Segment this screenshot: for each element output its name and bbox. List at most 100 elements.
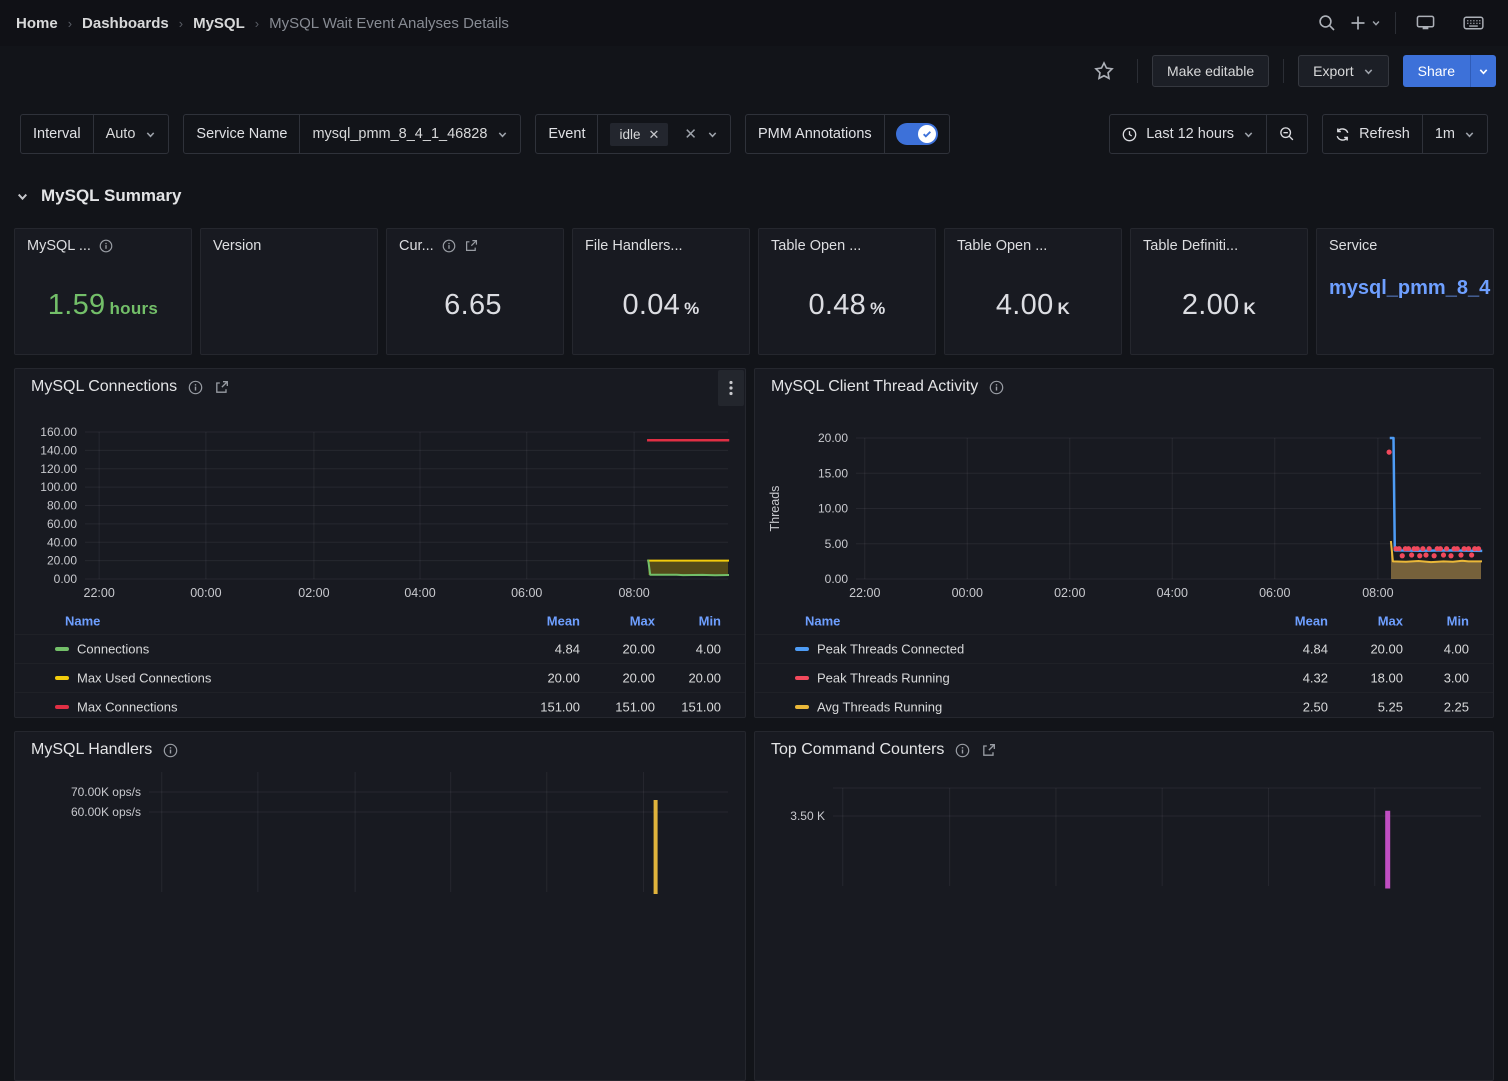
- series-min: 2.25: [1385, 700, 1469, 715]
- mysql-handlers-chart[interactable]: 70.00K ops/s60.00K ops/s: [15, 732, 746, 932]
- time-range-picker[interactable]: Last 12 hours: [1110, 115, 1266, 153]
- stat-panel: Cur... 6.65: [386, 228, 564, 355]
- export-button[interactable]: Export: [1298, 55, 1388, 87]
- share-menu-button[interactable]: [1470, 55, 1496, 87]
- legend-row: Max Used Connections20.0020.0020.00: [15, 663, 745, 692]
- service-name-select[interactable]: mysql_pmm_8_4_1_46828: [300, 115, 520, 153]
- info-icon[interactable]: [99, 239, 113, 253]
- legend-col-name[interactable]: Name: [805, 613, 840, 628]
- chevron-down-icon: [1363, 66, 1374, 77]
- breadcrumb-item[interactable]: Home: [16, 15, 58, 32]
- series-min: 151.00: [637, 700, 721, 715]
- series-color-swatch: [795, 705, 809, 709]
- series-name[interactable]: Peak Threads Running: [817, 671, 950, 686]
- refresh-interval-select[interactable]: 1m: [1422, 115, 1487, 153]
- legend-col-mean[interactable]: Mean: [496, 613, 580, 628]
- share-button[interactable]: Share: [1403, 55, 1470, 87]
- legend-col-min[interactable]: Min: [637, 613, 721, 628]
- top-command-counters-chart[interactable]: 3.50 K: [755, 732, 1494, 932]
- legend-col-mean[interactable]: Mean: [1244, 613, 1328, 628]
- series-color-swatch: [55, 705, 69, 709]
- star-icon[interactable]: [1085, 55, 1123, 87]
- series-name[interactable]: Max Used Connections: [77, 671, 211, 686]
- stat-value: 6.65: [387, 289, 563, 322]
- zoom-out-button[interactable]: [1266, 115, 1307, 153]
- keyboard-icon[interactable]: [1454, 7, 1492, 39]
- legend-col-min[interactable]: Min: [1385, 613, 1469, 628]
- legend-row: Peak Threads Running4.3218.003.00: [755, 663, 1493, 692]
- series-name[interactable]: Connections: [77, 642, 149, 657]
- interval-filter: Interval Auto: [20, 114, 169, 154]
- stat-value: 2.00K: [1131, 289, 1307, 322]
- event-filter: Event idle ✕ ✕: [535, 114, 731, 154]
- refresh-button[interactable]: Refresh: [1323, 115, 1422, 153]
- chevron-down-icon: [1243, 129, 1254, 140]
- breadcrumb: Home›Dashboards›MySQL›MySQL Wait Event A…: [16, 15, 509, 32]
- stat-panel: Service mysql_pmm_8_4: [1316, 228, 1494, 355]
- divider: [1137, 59, 1138, 83]
- stat-panel-title: Table Open ...: [957, 238, 1047, 254]
- stat-value: 4.00K: [945, 289, 1121, 322]
- make-editable-button[interactable]: Make editable: [1152, 55, 1269, 87]
- series-mean: 151.00: [496, 700, 580, 715]
- svg-text:22:00: 22:00: [849, 586, 880, 600]
- svg-text:08:00: 08:00: [618, 586, 649, 600]
- breadcrumb-item[interactable]: Dashboards: [82, 15, 169, 32]
- service-link[interactable]: mysql_pmm_8_4: [1329, 277, 1493, 300]
- chip-remove-icon[interactable]: ✕: [649, 128, 660, 141]
- chevron-down-icon: [145, 129, 156, 140]
- series-mean: 4.84: [496, 642, 580, 657]
- top-nav: Home›Dashboards›MySQL›MySQL Wait Event A…: [0, 0, 1508, 46]
- svg-text:10.00: 10.00: [818, 502, 848, 516]
- svg-text:3.50 K: 3.50 K: [790, 809, 825, 823]
- event-chip[interactable]: idle ✕: [610, 123, 668, 146]
- svg-text:15.00: 15.00: [818, 466, 848, 480]
- legend-col-name[interactable]: Name: [65, 613, 100, 628]
- svg-text:20.00: 20.00: [818, 431, 848, 445]
- series-name[interactable]: Max Connections: [77, 700, 177, 715]
- event-label: Event: [536, 115, 598, 153]
- svg-text:00:00: 00:00: [190, 586, 221, 600]
- series-name[interactable]: Peak Threads Connected: [817, 642, 964, 657]
- stat-value: 0.04%: [573, 289, 749, 322]
- series-name[interactable]: Avg Threads Running: [817, 700, 942, 715]
- svg-text:Threads: Threads: [768, 486, 782, 532]
- time-picker-group: Last 12 hours: [1109, 114, 1308, 154]
- event-select[interactable]: idle ✕ ✕: [598, 115, 730, 153]
- section-mysql-summary[interactable]: MySQL Summary: [16, 186, 181, 206]
- stat-panel-row: MySQL ... 1.59hours Version Cur...: [14, 228, 1494, 355]
- stat-value: 0.48%: [759, 289, 935, 322]
- clear-icon[interactable]: ✕: [684, 127, 697, 142]
- panel-mysql-connections: MySQL Connections 22:0000:0002:0004:0006…: [14, 368, 746, 718]
- legend-row: Peak Threads Connected4.8420.004.00: [755, 634, 1493, 663]
- breadcrumb-separator: ›: [179, 16, 183, 31]
- tv-icon[interactable]: [1406, 7, 1444, 39]
- legend-row: Max Connections151.00151.00151.00: [15, 692, 745, 718]
- refresh-group: Refresh 1m: [1322, 114, 1488, 154]
- pmm-annotations-toggle[interactable]: [896, 123, 938, 145]
- clock-icon: [1122, 127, 1137, 142]
- stat-panel-title: Table Definiti...: [1143, 238, 1238, 254]
- breadcrumb-item[interactable]: MySQL: [193, 15, 245, 32]
- stat-panel-title: MySQL ...: [27, 238, 91, 254]
- section-title: MySQL Summary: [41, 186, 181, 206]
- interval-select[interactable]: Auto: [94, 115, 169, 153]
- panel-top-command-counters: Top Command Counters 3.50 K: [754, 731, 1494, 1081]
- svg-text:22:00: 22:00: [84, 586, 115, 600]
- refresh-icon: [1335, 127, 1350, 142]
- svg-text:60.00: 60.00: [47, 517, 77, 531]
- search-icon[interactable]: [1308, 7, 1346, 39]
- svg-text:5.00: 5.00: [825, 537, 849, 551]
- series-color-swatch: [55, 647, 69, 651]
- stat-value: [201, 289, 377, 322]
- check-icon: [922, 129, 932, 139]
- legend-row: Avg Threads Running2.505.252.25: [755, 692, 1493, 718]
- svg-text:08:00: 08:00: [1362, 586, 1393, 600]
- series-color-swatch: [795, 647, 809, 651]
- external-link-icon[interactable]: [464, 239, 478, 253]
- add-icon[interactable]: [1346, 7, 1385, 39]
- time-controls: Last 12 hours Refresh 1m: [1109, 114, 1488, 154]
- info-icon[interactable]: [442, 239, 456, 253]
- svg-text:02:00: 02:00: [298, 586, 329, 600]
- filter-bar: Interval Auto Service Name mysql_pmm_8_4…: [20, 114, 1488, 154]
